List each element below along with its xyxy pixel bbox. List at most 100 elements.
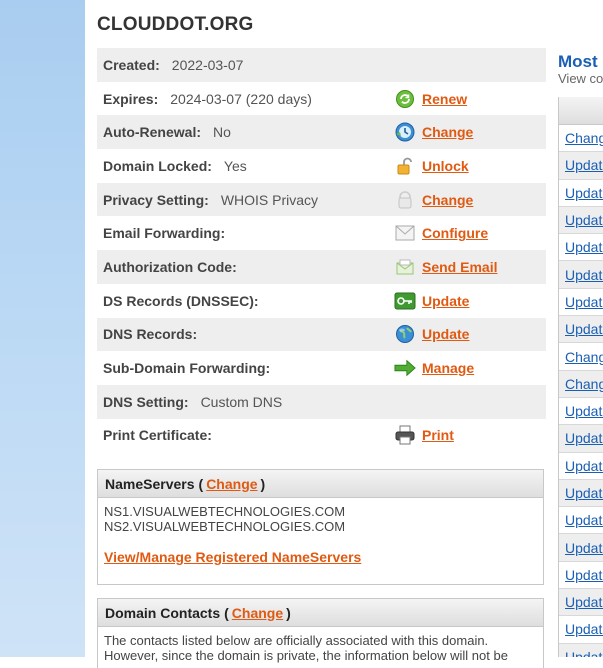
recent-activity-link[interactable]: Update [559, 316, 603, 344]
action-link-renew[interactable]: Renew [422, 91, 467, 107]
recent-activity-link[interactable]: Chang [559, 370, 603, 398]
info-value: No [213, 124, 231, 141]
recent-activity-link[interactable]: Update [559, 289, 603, 317]
info-row: DNS Setting: Custom DNS [97, 384, 546, 419]
lock-icon[interactable] [394, 155, 416, 177]
recent-activity-table: ChangUpdateUpdateUpdateUpdateUpdateUpdat… [558, 97, 603, 657]
action-link-update[interactable]: Update [422, 326, 469, 342]
info-label: Auto-Renewal: [103, 124, 201, 141]
nameservers-heading: NameServers [105, 475, 195, 492]
info-label: Domain Locked: [103, 157, 212, 174]
recent-activity-panel: Most View co ChangUpdateUpdateUpdateUpda… [558, 0, 603, 657]
contacts-heading: Domain Contacts [105, 604, 221, 621]
info-label: Email Forwarding: [103, 225, 226, 242]
recent-activity-link[interactable]: Update [559, 180, 603, 207]
arrow-right-icon[interactable] [394, 357, 416, 379]
info-action: Manage [394, 351, 474, 385]
renew-icon[interactable] [394, 88, 416, 110]
action-link-change[interactable]: Change [422, 192, 473, 208]
domain-details-panel: CLOUDDOT.ORG Created: 2022-03-07 Expires: 2… [85, 0, 603, 668]
action-link-print[interactable]: Print [422, 427, 454, 443]
globe-icon[interactable] [394, 323, 416, 345]
info-label: DNS Records: [103, 326, 198, 343]
contacts-header: Domain Contacts ( Change ) [98, 599, 543, 627]
paren-open: ( [198, 475, 204, 492]
recent-activity-link[interactable]: Update [559, 398, 603, 426]
info-row: Auto-Renewal: No Change [97, 115, 546, 150]
action-link-update[interactable]: Update [422, 293, 469, 309]
contacts-change-link[interactable]: Change [232, 605, 283, 621]
recent-activity-link[interactable]: Chang [559, 343, 603, 371]
clock-icon[interactable] [394, 121, 416, 143]
info-action: Unlock [394, 149, 469, 183]
recent-activity-link[interactable]: Update [559, 261, 603, 289]
recent-activity-link[interactable]: Update [559, 507, 603, 535]
info-label: Expires: [103, 90, 159, 107]
recent-activity-link[interactable]: Update [559, 616, 603, 644]
info-row: DS Records (DNSSEC): Update [97, 284, 546, 318]
info-row: Sub-Domain Forwarding: Manage [97, 351, 546, 385]
recent-activity-link[interactable]: Update [559, 643, 603, 657]
recent-activity-link[interactable]: Update [559, 425, 603, 453]
nameserver-1: NS1.VISUALWEBTECHNOLOGIES.COM [104, 504, 346, 519]
page-title: CLOUDDOT.ORG [97, 14, 254, 35]
nameserver-2: NS2.VISUALWEBTECHNOLOGIES.COM [104, 519, 346, 534]
privacy-icon[interactable] [394, 189, 416, 211]
recent-table-header [559, 97, 603, 125]
recent-activity-link[interactable]: Update [559, 534, 603, 562]
manage-nameservers-link[interactable]: View/Manage Registered NameServers [104, 549, 361, 565]
info-action: Update [394, 284, 469, 318]
envelope-icon[interactable] [394, 222, 416, 244]
info-row: Privacy Setting: WHOIS Privacy Change [97, 182, 546, 217]
info-value: Custom DNS [200, 393, 283, 410]
recent-activity-link[interactable]: Update [559, 562, 603, 590]
info-label: Sub-Domain Forwarding: [103, 360, 271, 377]
info-row: Authorization Code: Send Email [97, 250, 546, 284]
nameservers-box: NameServers ( Change ) NS1.VISUALWEBTECH… [97, 469, 544, 585]
domain-info-table: Created: 2022-03-07 Expires: 2024-03-07 (22… [97, 48, 546, 452]
recent-panel-subtitle: View co [558, 71, 603, 86]
paren-close: ) [286, 604, 291, 621]
info-row: DNS Records: Update [97, 317, 546, 352]
left-sidebar-background [0, 0, 85, 657]
paren-open: ( [224, 604, 229, 621]
recent-panel-title: Most [558, 52, 598, 71]
info-label: DNS Setting: [103, 393, 189, 410]
action-link-configure[interactable]: Configure [422, 225, 488, 241]
nameservers-header: NameServers ( Change ) [98, 470, 543, 498]
info-row: Created: 2022-03-07 [97, 48, 546, 82]
info-value: Yes [223, 157, 247, 174]
recent-activity-link[interactable]: Update [559, 453, 603, 480]
info-label: Print Certificate: [103, 427, 212, 444]
contacts-description: The contacts listed below are officially… [104, 633, 508, 663]
recent-activity-link[interactable]: Update [559, 589, 603, 617]
info-row: Domain Locked: Yes Unlock [97, 149, 546, 183]
action-link-manage[interactable]: Manage [422, 360, 474, 376]
recent-activity-link[interactable]: Chang [559, 125, 603, 153]
recent-activity-link[interactable]: Update [559, 206, 603, 235]
recent-activity-link[interactable]: Update [559, 234, 603, 262]
info-action: Print [394, 419, 454, 453]
key-icon[interactable] [394, 290, 416, 312]
info-value: WHOIS Privacy [220, 191, 319, 208]
printer-icon[interactable] [394, 424, 416, 446]
info-row: Expires: 2024-03-07 (220 days) Renew [97, 82, 546, 116]
info-action: Send Email [394, 250, 497, 284]
nameservers-change-link[interactable]: Change [206, 476, 257, 492]
recent-activity-link[interactable]: Update [559, 479, 603, 508]
info-action: Update [394, 318, 469, 352]
info-row: Print Certificate: Print [97, 419, 546, 453]
action-link-change[interactable]: Change [422, 124, 473, 140]
action-link-send-email[interactable]: Send Email [422, 259, 497, 275]
info-action: Configure [394, 216, 488, 250]
info-value: 2022-03-07 [171, 56, 244, 73]
action-link-unlock[interactable]: Unlock [422, 158, 469, 174]
recent-activity-link[interactable]: Update [559, 152, 603, 180]
send-email-icon[interactable] [394, 256, 416, 278]
info-action: Change [394, 183, 473, 217]
domain-contacts-box: Domain Contacts ( Change ) The contacts … [97, 598, 544, 668]
info-value: 2024-03-07 (220 days) [170, 90, 312, 107]
info-action: Renew [394, 82, 467, 116]
info-label: Created: [103, 56, 160, 73]
info-label: Privacy Setting: [103, 191, 209, 208]
